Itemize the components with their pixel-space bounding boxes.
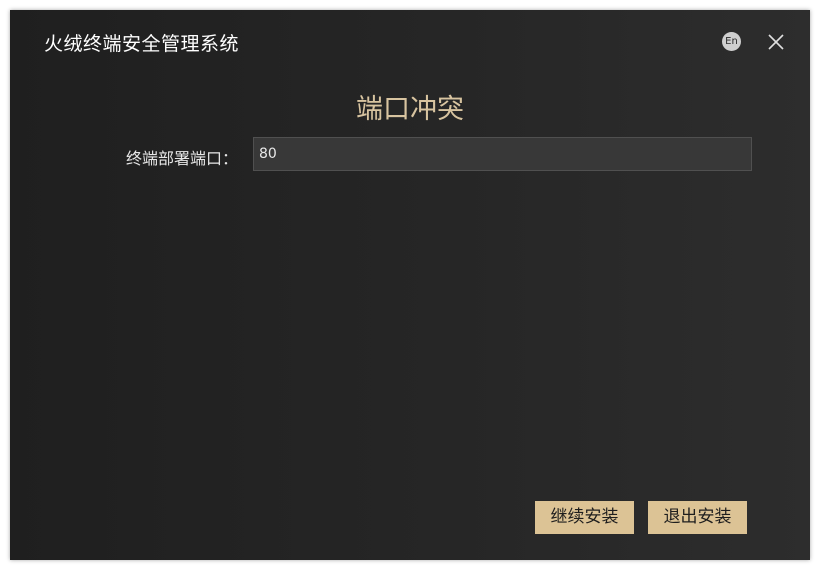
dialog-heading: 端口冲突: [356, 94, 464, 125]
language-toggle-button[interactable]: En: [722, 32, 741, 51]
exit-install-button[interactable]: 退出安装: [648, 501, 747, 534]
close-button[interactable]: [765, 31, 787, 53]
app-title: 火绒终端安全管理系统: [44, 33, 240, 55]
port-field-label: 终端部署端口：: [126, 149, 239, 168]
close-icon: [768, 34, 784, 50]
port-input[interactable]: [253, 137, 752, 171]
continue-install-button[interactable]: 继续安装: [535, 501, 634, 534]
installer-window: 火绒终端安全管理系统 En 端口冲突 终端部署端口： 继续安装 退出安装: [10, 10, 810, 560]
